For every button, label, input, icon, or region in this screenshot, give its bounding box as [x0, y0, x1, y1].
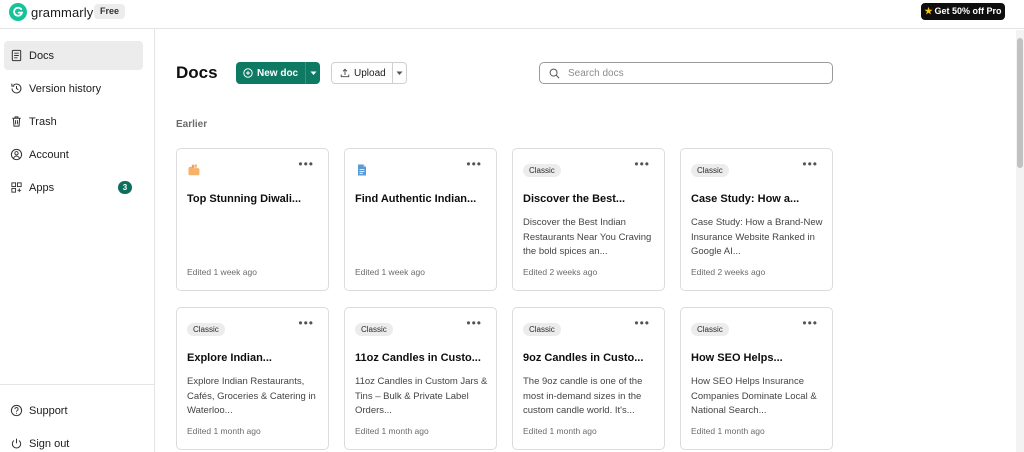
page-title: Docs: [176, 63, 218, 82]
card-tag: Classic: [691, 164, 729, 177]
sidebar-item-account[interactable]: Account: [4, 140, 143, 169]
card-excerpt: Explore Indian Restaurants, Cafés, Groce…: [187, 376, 316, 416]
doc-card[interactable]: Classic ••• 11oz Candles in Custo... 11o…: [344, 307, 497, 450]
doc-file-icon: [358, 164, 366, 176]
account-icon: [10, 148, 23, 161]
sidebar-item-label: Apps: [29, 181, 55, 194]
search-icon: [549, 68, 560, 78]
star-icon: ★: [924, 6, 933, 16]
card-tag: Classic: [355, 323, 393, 336]
sidebar-item-support[interactable]: Support: [4, 396, 143, 425]
card-menu-button[interactable]: •••: [802, 317, 818, 329]
sidebar-item-trash[interactable]: Trash: [4, 107, 143, 136]
scrollbar-thumb[interactable]: [1017, 38, 1023, 168]
doc-card[interactable]: Classic ••• Case Study: How a... Case St…: [680, 148, 833, 291]
card-edited-time: Edited 2 weeks ago: [691, 267, 766, 277]
card-menu-button[interactable]: •••: [802, 158, 818, 170]
card-menu-button[interactable]: •••: [466, 158, 482, 170]
card-tag: Classic: [523, 164, 561, 177]
doc-card[interactable]: Classic ••• How SEO Helps... How SEO Hel…: [680, 307, 833, 450]
new-doc-button[interactable]: New doc: [236, 62, 305, 84]
new-doc-label: New doc: [257, 67, 299, 79]
card-excerpt: Case Study: How a Brand-New Insurance We…: [691, 217, 823, 257]
card-title: 11oz Candles in Custo...: [355, 352, 481, 364]
sidebar-item-sign-out[interactable]: Sign out: [4, 429, 143, 452]
card-title: Discover the Best...: [523, 193, 626, 205]
scrollbar[interactable]: [1016, 30, 1024, 452]
grammarly-logo-icon[interactable]: [9, 3, 27, 21]
doc-card[interactable]: ••• Top Stunning Diwali... Edited 1 week…: [176, 148, 329, 291]
sidebar-item-version-history[interactable]: Version history: [4, 74, 143, 103]
history-icon: [11, 83, 22, 94]
folder-emoji-icon: [188, 164, 200, 176]
upgrade-pro-button[interactable]: ★ Get 50% off Pro: [921, 3, 1005, 20]
sidebar-item-docs[interactable]: Docs: [4, 41, 143, 70]
caret-down-icon: [396, 71, 403, 75]
card-title: How SEO Helps...: [691, 352, 783, 364]
plan-badge: Free: [94, 4, 126, 19]
card-tag: Classic: [523, 323, 561, 336]
new-doc-dropdown-button[interactable]: [305, 62, 320, 84]
card-menu-button[interactable]: •••: [298, 317, 314, 329]
sidebar-item-label: Trash: [29, 115, 57, 128]
sidebar-item-label: Account: [29, 148, 69, 161]
sidebar-item-label: Version history: [29, 82, 102, 95]
sidebar-item-apps[interactable]: Apps 3: [4, 173, 143, 202]
card-tag: Classic: [187, 323, 225, 336]
doc-card[interactable]: Classic ••• Discover the Best... Discove…: [512, 148, 665, 291]
card-title: Explore Indian...: [187, 352, 272, 364]
new-doc-button-group: New doc: [236, 62, 320, 84]
sidebar-item-label: Support: [29, 404, 68, 417]
help-icon: [10, 404, 23, 417]
logo-text: grammarly: [31, 5, 94, 20]
top-bar: grammarly Free ★ Get 50% off Pro: [0, 0, 1024, 29]
card-menu-button[interactable]: •••: [466, 317, 482, 329]
upload-button[interactable]: Upload: [332, 63, 392, 83]
card-excerpt: The 9oz candle is one of the most in-dem…: [523, 376, 643, 416]
card-edited-time: Edited 1 week ago: [355, 267, 425, 277]
card-excerpt: Discover the Best Indian Restaurants Nea…: [523, 217, 652, 257]
card-edited-time: Edited 1 month ago: [187, 426, 261, 436]
search-box: [539, 62, 833, 84]
section-label: Earlier: [176, 119, 208, 130]
document-icon: [11, 49, 22, 62]
card-menu-button[interactable]: •••: [634, 317, 650, 329]
card-menu-button[interactable]: •••: [634, 158, 650, 170]
card-menu-button[interactable]: •••: [298, 158, 314, 170]
card-edited-time: Edited 1 week ago: [187, 267, 257, 277]
card-excerpt: How SEO Helps Insurance Companies Domina…: [691, 376, 817, 416]
doc-card[interactable]: ••• Find Authentic Indian... Edited 1 we…: [344, 148, 497, 291]
plus-circle-icon: [243, 68, 253, 78]
sidebar: Docs Version history Trash Account Apps …: [0, 29, 155, 452]
card-edited-time: Edited 1 month ago: [523, 426, 597, 436]
apps-count-badge: 3: [118, 181, 132, 194]
card-tag: Classic: [691, 323, 729, 336]
upgrade-label: Get 50% off Pro: [934, 6, 1002, 16]
card-edited-time: Edited 2 weeks ago: [523, 267, 598, 277]
upload-icon: [340, 68, 350, 78]
upload-label: Upload: [354, 67, 386, 79]
power-icon: [11, 438, 22, 449]
sidebar-item-label: Sign out: [29, 437, 70, 450]
doc-card[interactable]: Classic ••• Explore Indian... Explore In…: [176, 307, 329, 450]
card-title: 9oz Candles in Custo...: [523, 352, 644, 364]
apps-icon: [11, 182, 22, 193]
card-title: Top Stunning Diwali...: [187, 193, 302, 205]
search-input[interactable]: [568, 67, 818, 79]
caret-down-icon: [310, 71, 316, 75]
card-excerpt: 11oz Candles in Custom Jars & Tins – Bul…: [355, 376, 488, 416]
card-title: Find Authentic Indian...: [355, 193, 477, 205]
trash-icon: [12, 116, 21, 127]
card-excerpt: [355, 216, 488, 260]
card-edited-time: Edited 1 month ago: [691, 426, 765, 436]
upload-dropdown-button[interactable]: [392, 63, 406, 83]
card-excerpt: [187, 216, 320, 260]
doc-card[interactable]: Classic ••• 9oz Candles in Custo... The …: [512, 307, 665, 450]
sidebar-item-label: Docs: [29, 49, 55, 62]
sidebar-divider: [0, 384, 154, 385]
card-title: Case Study: How a...: [691, 193, 800, 205]
card-edited-time: Edited 1 month ago: [355, 426, 429, 436]
upload-button-group: Upload: [331, 62, 407, 84]
